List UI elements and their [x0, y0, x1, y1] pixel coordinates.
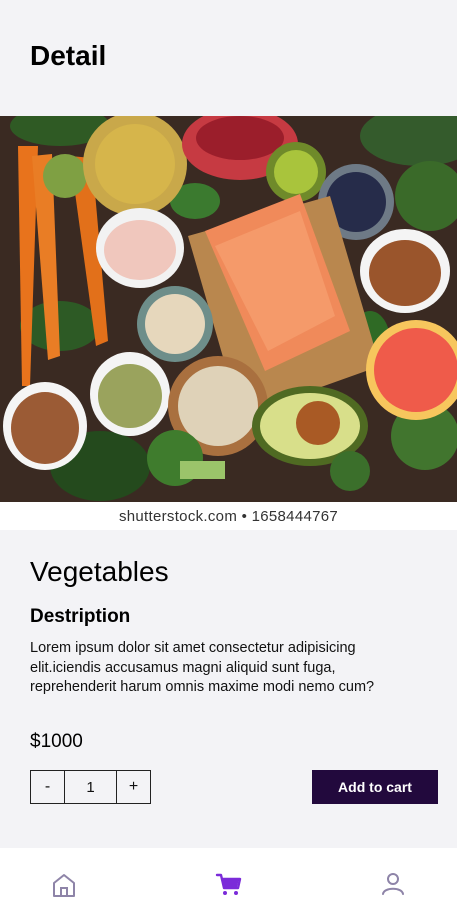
description-heading: Destription — [30, 606, 131, 627]
cart-icon — [215, 873, 242, 895]
nav-cart[interactable] — [214, 870, 244, 900]
page-title: Detail — [30, 40, 107, 71]
home-icon — [53, 874, 75, 897]
product-name: Vegetables — [30, 556, 169, 587]
description-text: Lorem ipsum dolor sit amet consectetur a… — [30, 640, 375, 695]
decrement-button[interactable]: - — [31, 771, 64, 803]
nav-home[interactable] — [49, 870, 79, 900]
product-image — [0, 116, 457, 530]
user-icon — [382, 873, 404, 895]
quantity-stepper: - 1 + — [30, 770, 151, 804]
add-to-cart-button[interactable]: Add to cart — [312, 770, 438, 804]
image-watermark: shutterstock.com • 1658444767 — [0, 502, 457, 530]
bottom-nav — [0, 848, 457, 916]
food-photo — [0, 116, 457, 530]
quantity-value[interactable]: 1 — [64, 771, 117, 803]
price: $1000 — [30, 731, 83, 752]
increment-button[interactable]: + — [117, 771, 150, 803]
header: Detail — [0, 0, 457, 116]
nav-profile[interactable] — [378, 870, 408, 900]
